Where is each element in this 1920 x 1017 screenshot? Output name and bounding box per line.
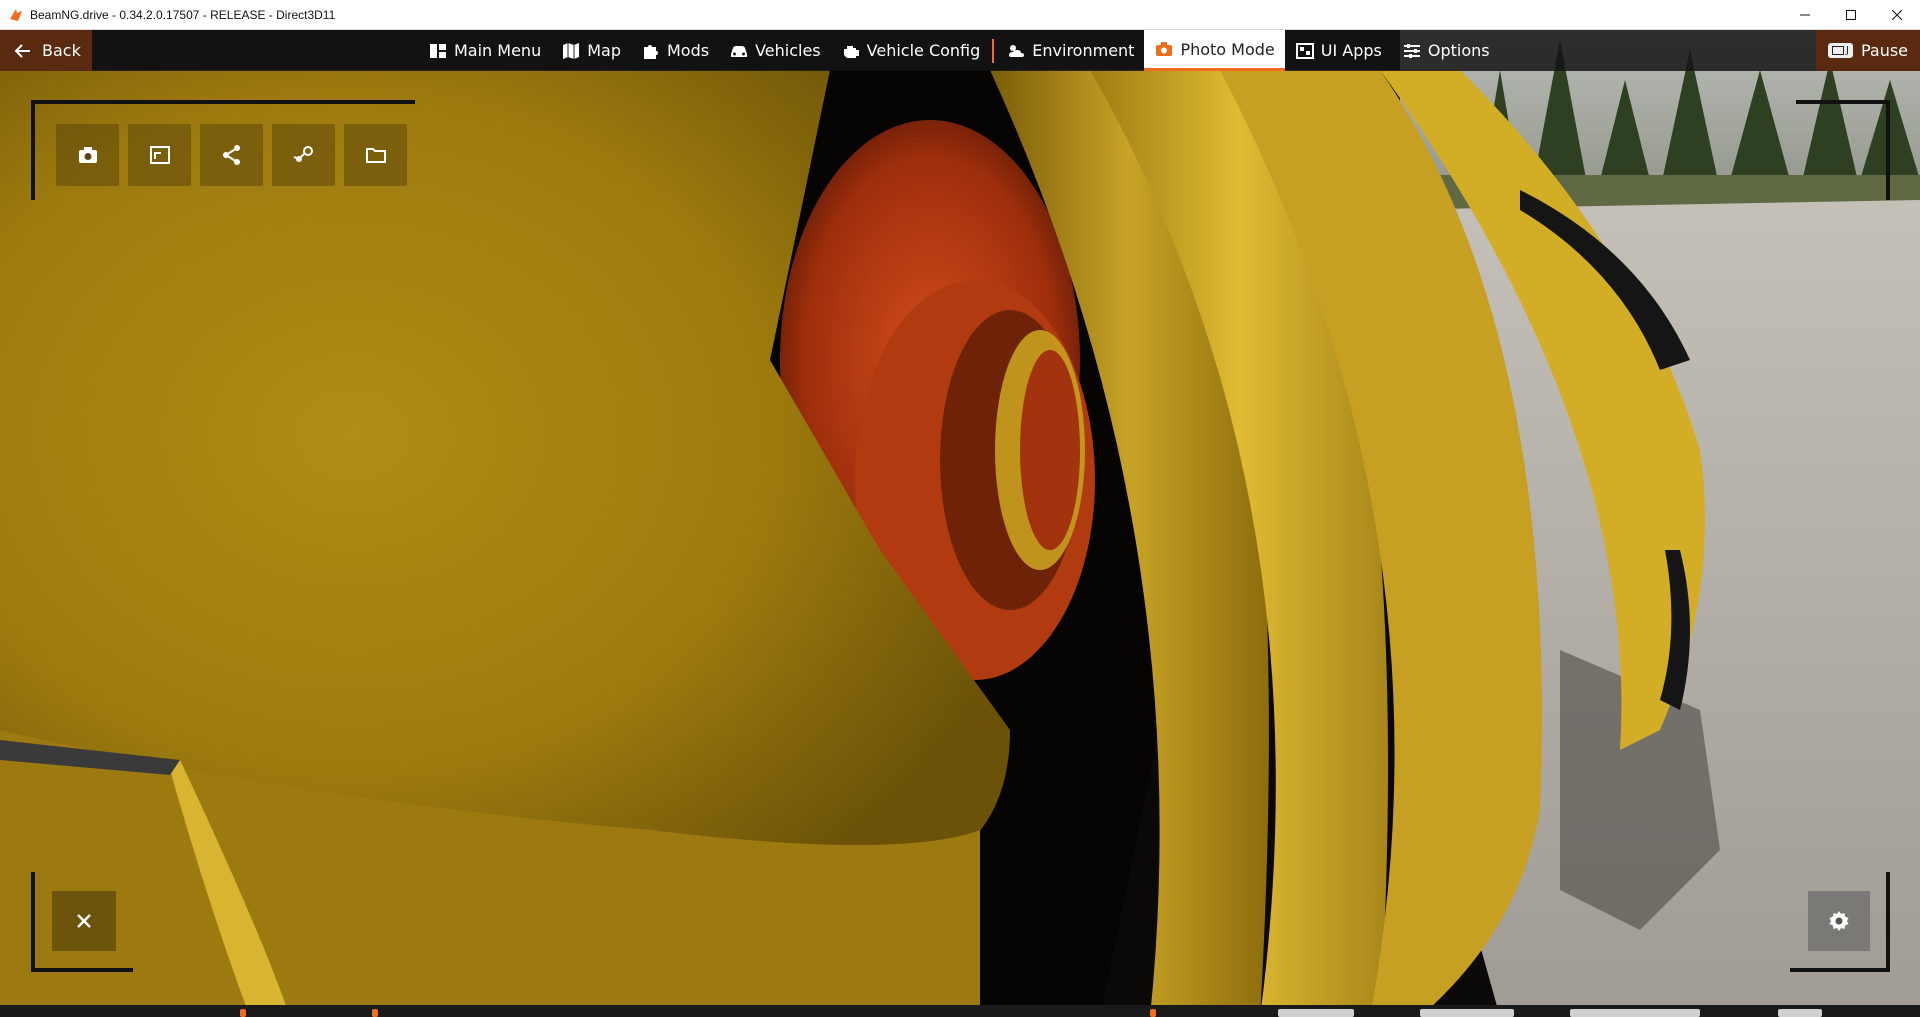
beamng-app-icon xyxy=(10,8,22,21)
gear-icon xyxy=(1829,911,1849,931)
pause-label: Pause xyxy=(1860,41,1909,60)
pause-key: J xyxy=(1846,45,1849,56)
menu-item-label: Environment xyxy=(1032,41,1135,60)
sliders-icon xyxy=(1403,43,1420,58)
camera-icon xyxy=(78,147,97,163)
menu-item-label: Photo Mode xyxy=(1180,39,1275,59)
car-icon xyxy=(731,45,748,57)
menu-item-label: Mods xyxy=(666,41,710,60)
menu-item-vehicle-config[interactable]: Vehicle Config xyxy=(831,30,991,71)
pause-button[interactable]: J Pause xyxy=(1816,30,1920,71)
window-titlebar: BeamNG.drive - 0.34.2.0.17507 - RELEASE … xyxy=(0,0,1920,30)
menu-item-vehicles[interactable]: Vehicles xyxy=(719,30,831,71)
close-photo-mode-button[interactable] xyxy=(52,891,116,951)
main-menu-icon xyxy=(430,43,446,58)
menu-item-options[interactable]: Options xyxy=(1392,30,1500,71)
menu-item-map[interactable]: Map xyxy=(551,30,631,71)
engine-icon xyxy=(843,45,859,58)
hud-accent xyxy=(1150,1009,1156,1017)
steam-icon xyxy=(293,146,313,162)
menu-item-label: Vehicles xyxy=(755,41,821,60)
window-title: BeamNG.drive - 0.34.2.0.17507 - RELEASE … xyxy=(30,7,336,22)
close-icon xyxy=(77,914,91,928)
maximize-icon xyxy=(1846,10,1856,20)
menu-item-label: Options xyxy=(1427,41,1490,60)
menu-item-label: Main Menu xyxy=(454,41,542,60)
open-folder-button[interactable] xyxy=(344,124,407,186)
camera-icon xyxy=(1156,42,1173,56)
hud-accent xyxy=(240,1009,246,1017)
back-button[interactable]: Back xyxy=(0,30,92,71)
hud-element xyxy=(1278,1009,1354,1017)
arrow-left-icon xyxy=(14,43,30,58)
hud-element xyxy=(1420,1009,1514,1017)
minimize-icon xyxy=(1800,14,1810,16)
bottom-hud-strip xyxy=(0,1005,1920,1017)
map-icon xyxy=(563,42,580,59)
fullscreen-icon xyxy=(149,146,170,164)
weather-icon xyxy=(1009,44,1025,57)
photo-settings-button[interactable] xyxy=(1808,891,1870,951)
menu-item-label: Map xyxy=(587,41,621,60)
menu-items: Main Menu Map Mods Vehicles Vehicle Conf… xyxy=(418,30,1500,71)
window-controls xyxy=(1782,0,1920,30)
menu-item-main-menu[interactable]: Main Menu xyxy=(418,30,551,71)
hud-element xyxy=(1778,1009,1822,1017)
close-icon xyxy=(1892,10,1902,20)
take-screenshot-button[interactable] xyxy=(56,124,119,186)
hud-element xyxy=(1570,1009,1700,1017)
menu-item-ui-apps[interactable]: UI Apps xyxy=(1285,30,1392,71)
minimize-button[interactable] xyxy=(1782,0,1828,30)
game-menu-bar: Back Main Menu Map Mods Vehicles Vehicle… xyxy=(0,30,1920,71)
maximize-button[interactable] xyxy=(1828,0,1874,30)
menu-separator xyxy=(992,38,995,63)
ui-apps-icon xyxy=(1295,42,1314,59)
keyboard-key-hint: J xyxy=(1828,43,1853,58)
menu-item-label: Vehicle Config xyxy=(866,41,981,60)
back-label: Back xyxy=(42,41,81,60)
menu-item-environment[interactable]: Environment xyxy=(996,30,1144,71)
menu-item-photo-mode[interactable]: Photo Mode xyxy=(1144,30,1285,71)
steam-upload-button[interactable] xyxy=(272,124,335,186)
menu-item-label: UI Apps xyxy=(1320,41,1382,60)
puzzle-icon xyxy=(643,44,658,59)
keyboard-icon xyxy=(1832,46,1844,55)
share-button[interactable] xyxy=(200,124,263,186)
close-window-button[interactable] xyxy=(1874,0,1920,30)
fullscreen-screenshot-button[interactable] xyxy=(128,124,191,186)
hud-accent xyxy=(372,1009,378,1017)
share-icon xyxy=(222,145,240,165)
folder-icon xyxy=(365,148,386,163)
frame-corner-top-right xyxy=(1796,100,1890,200)
photo-tools-panel xyxy=(56,124,407,186)
menu-item-mods[interactable]: Mods xyxy=(631,30,719,71)
